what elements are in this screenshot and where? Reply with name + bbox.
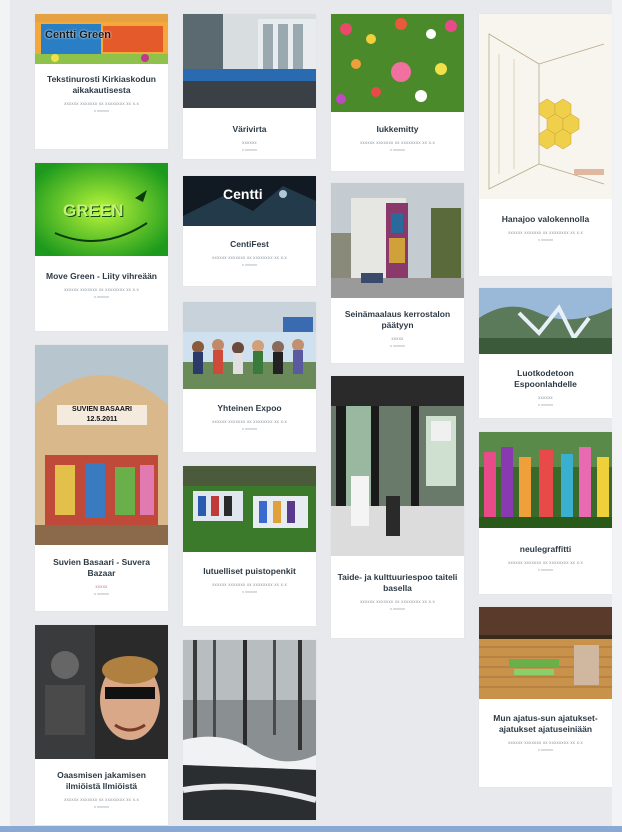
gallery-card[interactable]: Hanajoo valokennolla xxxxxx xxxxxxx xx x…: [479, 14, 612, 276]
card-title[interactable]: Luotkodetoon Espoonlahdelle: [485, 368, 606, 390]
card-image[interactable]: SUVIEN BASAARI 12.5.2011: [35, 345, 168, 545]
card-image[interactable]: [479, 607, 612, 699]
card-date: x xxxxxx: [537, 747, 554, 752]
card-date: x xxxxxx: [93, 108, 110, 113]
card-meta: xxxxxx xxxxxxx xx xxxxxxxx xx x.x: [64, 287, 139, 292]
card-image[interactable]: [331, 376, 464, 556]
card-date: x xxxxxx: [537, 567, 554, 572]
card-date: x xxxxxx: [93, 294, 110, 299]
card-title[interactable]: neulegraffitti: [485, 544, 606, 555]
gallery-card[interactable]: Centti CentiFest xxxxxx xxxxxxx xx xxxxx…: [183, 176, 316, 286]
card-title[interactable]: Värivirta: [189, 124, 310, 135]
card-image[interactable]: [35, 625, 168, 759]
card-date: x xxxxxx: [537, 237, 554, 242]
card-image-overlay-text: GREEN: [63, 201, 124, 220]
card-title[interactable]: Move Green - Liity vihreään: [41, 271, 162, 282]
card-meta: xxxxxx xxxxxxx xx xxxxxxxx xx x.x: [64, 797, 139, 802]
card-meta: xxxxxx xxxxxxx xx xxxxxxxx xx x.x: [508, 230, 583, 235]
card-image[interactable]: [183, 302, 316, 389]
bottom-bar: [0, 826, 622, 832]
card-date: x xxxxxx: [241, 589, 258, 594]
card-meta: xxxxxx: [538, 395, 553, 400]
card-meta: xxxxxx: [242, 140, 257, 145]
card-meta: xxxxxx xxxxxxx xx xxxxxxxx xx x.x: [64, 101, 139, 106]
gallery-card[interactable]: Oaasmisen jakamisen ilmiöistä Ilmiöistä …: [35, 625, 168, 825]
gallery-card[interactable]: [183, 640, 316, 820]
card-meta: xxxxxx xxxxxxx xx xxxxxxxx xx x.x: [508, 740, 583, 745]
card-image[interactable]: [479, 14, 612, 199]
card-title[interactable]: Mun ajatus-sun ajatukset-ajatukset ajatu…: [485, 713, 606, 735]
card-image[interactable]: [183, 640, 316, 820]
gallery-card[interactable]: Seinämaalaus kerrostalon päätyyn xxxxx x…: [331, 183, 464, 363]
card-image[interactable]: Centti Green: [35, 14, 168, 64]
gallery-card[interactable]: Taide- ja kulttuuriespoo taiteli basella…: [331, 376, 464, 638]
gallery-card[interactable]: Iutuelliset puistopenkit xxxxxx xxxxxxx …: [183, 466, 316, 626]
card-title[interactable]: Iukkemitty: [337, 124, 458, 135]
card-meta: xxxxxx xxxxxxx xx xxxxxxxx xx x.x: [212, 255, 287, 260]
card-title[interactable]: Taide- ja kulttuuriespoo taiteli basella: [337, 572, 458, 594]
card-title[interactable]: Seinämaalaus kerrostalon päätyyn: [337, 309, 458, 331]
card-meta: xxxxxx xxxxxxx xx xxxxxxxx xx x.x: [212, 419, 287, 424]
card-date: x xxxxxx: [389, 343, 406, 348]
card-title[interactable]: Yhteinen Expoo: [189, 403, 310, 414]
gallery-card[interactable]: Värivirta xxxxxx x xxxxxx: [183, 14, 316, 159]
card-image[interactable]: [331, 183, 464, 298]
card-image[interactable]: GREEN: [35, 163, 168, 256]
gallery-card[interactable]: Mun ajatus-sun ajatukset-ajatukset ajatu…: [479, 607, 612, 787]
card-image[interactable]: [479, 288, 612, 354]
gallery-card[interactable]: Iukkemitty xxxxxx xxxxxxx xx xxxxxxxx xx…: [331, 14, 464, 171]
card-image-overlay-text: Centti Green: [45, 29, 112, 41]
card-image-overlay-text: Centti: [223, 186, 263, 202]
card-date: x xxxxxx: [389, 147, 406, 152]
gallery-card[interactable]: SUVIEN BASAARI 12.5.2011 Suvien Basaari …: [35, 345, 168, 611]
gallery-card[interactable]: neulegraffitti xxxxxx xxxxxxx xx xxxxxxx…: [479, 432, 612, 594]
card-image[interactable]: Centti: [183, 176, 316, 226]
page-edge-right: [612, 0, 622, 832]
card-title[interactable]: Iutuelliset puistopenkit: [189, 566, 310, 577]
gallery-card[interactable]: Yhteinen Expoo xxxxxx xxxxxxx xx xxxxxxx…: [183, 302, 316, 452]
card-meta: xxxxxx xxxxxxx xx xxxxxxxx xx x.x: [212, 582, 287, 587]
card-date: x xxxxxx: [241, 426, 258, 431]
card-date: x xxxxxx: [537, 402, 554, 407]
card-image[interactable]: [183, 14, 316, 108]
gallery-card[interactable]: GREEN Move Green - Liity vihreään xxxxxx…: [35, 163, 168, 331]
card-image[interactable]: [331, 14, 464, 112]
card-date: x xxxxxx: [93, 804, 110, 809]
card-meta: xxxxxx xxxxxxx xx xxxxxxxx xx x.x: [360, 140, 435, 145]
card-title[interactable]: Oaasmisen jakamisen ilmiöistä Ilmiöistä: [41, 770, 162, 792]
card-image-overlay-text: SUVIEN BASAARI 12.5.2011: [57, 405, 147, 425]
card-image[interactable]: [479, 432, 612, 528]
card-date: x xxxxxx: [93, 591, 110, 596]
card-title[interactable]: Hanajoo valokennolla: [485, 214, 606, 225]
card-title[interactable]: Tekstinurosti Kirkiaskodun aikakautisest…: [41, 74, 162, 96]
card-date: x xxxxxx: [241, 262, 258, 267]
page-edge-left: [0, 0, 10, 832]
card-meta: xxxxx: [391, 336, 404, 341]
card-meta: xxxxxx xxxxxxx xx xxxxxxxx xx x.x: [508, 560, 583, 565]
card-date: x xxxxxx: [389, 606, 406, 611]
card-meta: xxxxxx xxxxxxx xx xxxxxxxx xx x.x: [360, 599, 435, 604]
gallery-card[interactable]: Luotkodetoon Espoonlahdelle xxxxxx x xxx…: [479, 288, 612, 418]
card-date: x xxxxxx: [241, 147, 258, 152]
card-title[interactable]: Suvien Basaari - Suvera Bazaar: [41, 557, 162, 579]
card-title[interactable]: CentiFest: [189, 239, 310, 250]
card-meta: xxxxx: [95, 584, 108, 589]
gallery-card[interactable]: Centti Green Tekstinurosti Kirkiaskodun …: [35, 14, 168, 149]
card-image[interactable]: [183, 466, 316, 552]
